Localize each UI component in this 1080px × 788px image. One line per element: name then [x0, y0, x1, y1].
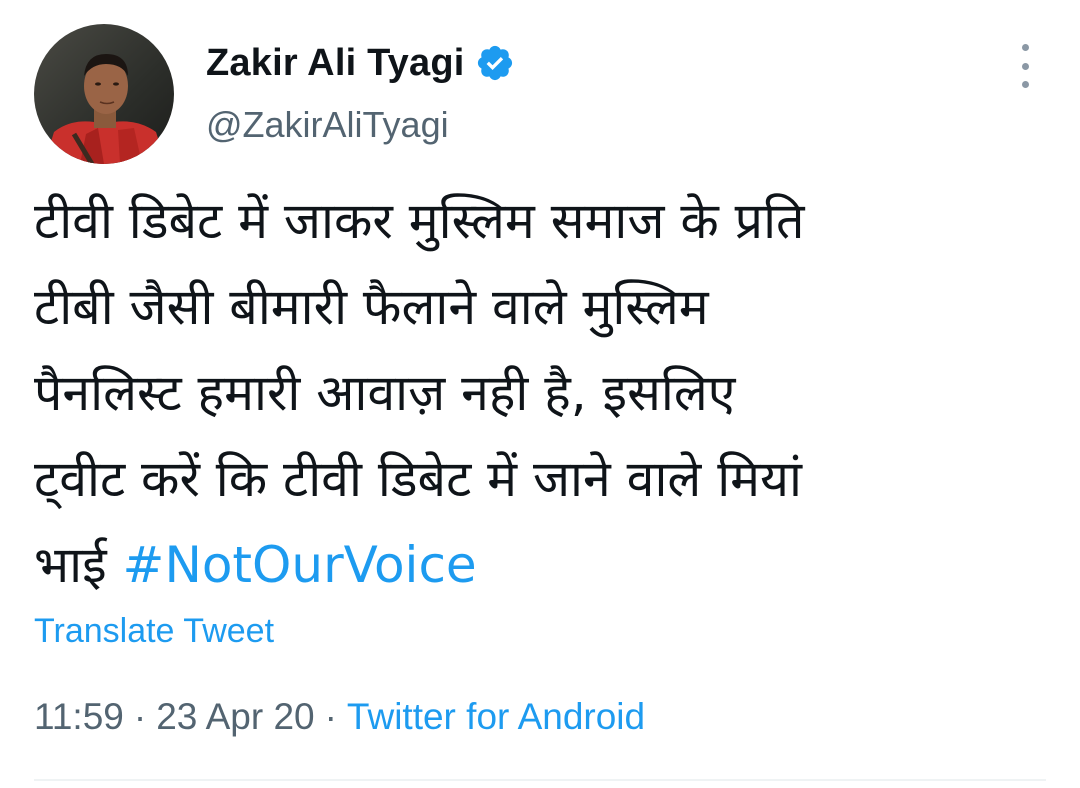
author-display-name[interactable]: Zakir Ali Tyagi [206, 42, 465, 85]
separator: · [133, 696, 147, 737]
more-dot [1021, 81, 1029, 88]
tweet-date[interactable]: 23 Apr 20 [156, 696, 314, 737]
more-dot [1021, 62, 1029, 70]
tweet-text-line: टीवी डिबेट में जाकर मुस्लिम समाज के प्रत… [34, 192, 805, 250]
hashtag-link[interactable]: #NotOurVoice [123, 536, 477, 594]
tweet-time[interactable]: 11:59 [34, 696, 124, 737]
more-vertical-icon[interactable] [1010, 44, 1040, 88]
verified-badge-icon [475, 43, 515, 83]
tweet-meta: 11:59 · 23 Apr 20 · Twitter for Android [34, 696, 645, 738]
author-handle[interactable]: @ZakirAliTyagi [206, 104, 449, 146]
tweet-text-line: पैनलिस्ट हमारी आवाज़ नही है, इसलिए [34, 364, 736, 422]
more-dot [1021, 44, 1029, 51]
separator: · [324, 696, 337, 737]
tweet-text-line-prefix: भाई [34, 536, 123, 594]
tweet-text-line: ट्वीट करें कि टीवी डिबेट में जाने वाले म… [34, 450, 802, 508]
tweet-text-line: टीबी जैसी बीमारी फैलाने वाले मुस्लिम [34, 278, 709, 336]
avatar[interactable] [34, 24, 174, 164]
translate-tweet-link[interactable]: Translate Tweet [34, 612, 274, 651]
tweet-card: Zakir Ali Tyagi @ZakirAliTyagi टीवी डिबे… [0, 0, 1080, 788]
tweet-text: टीवी डिबेट में जाकर मुस्लिम समाज के प्रत… [34, 178, 1054, 608]
divider [34, 779, 1046, 781]
tweet-source-link[interactable]: Twitter for Android [347, 696, 645, 737]
author-name-row: Zakir Ali Tyagi [206, 38, 515, 88]
avatar-image [34, 24, 174, 164]
